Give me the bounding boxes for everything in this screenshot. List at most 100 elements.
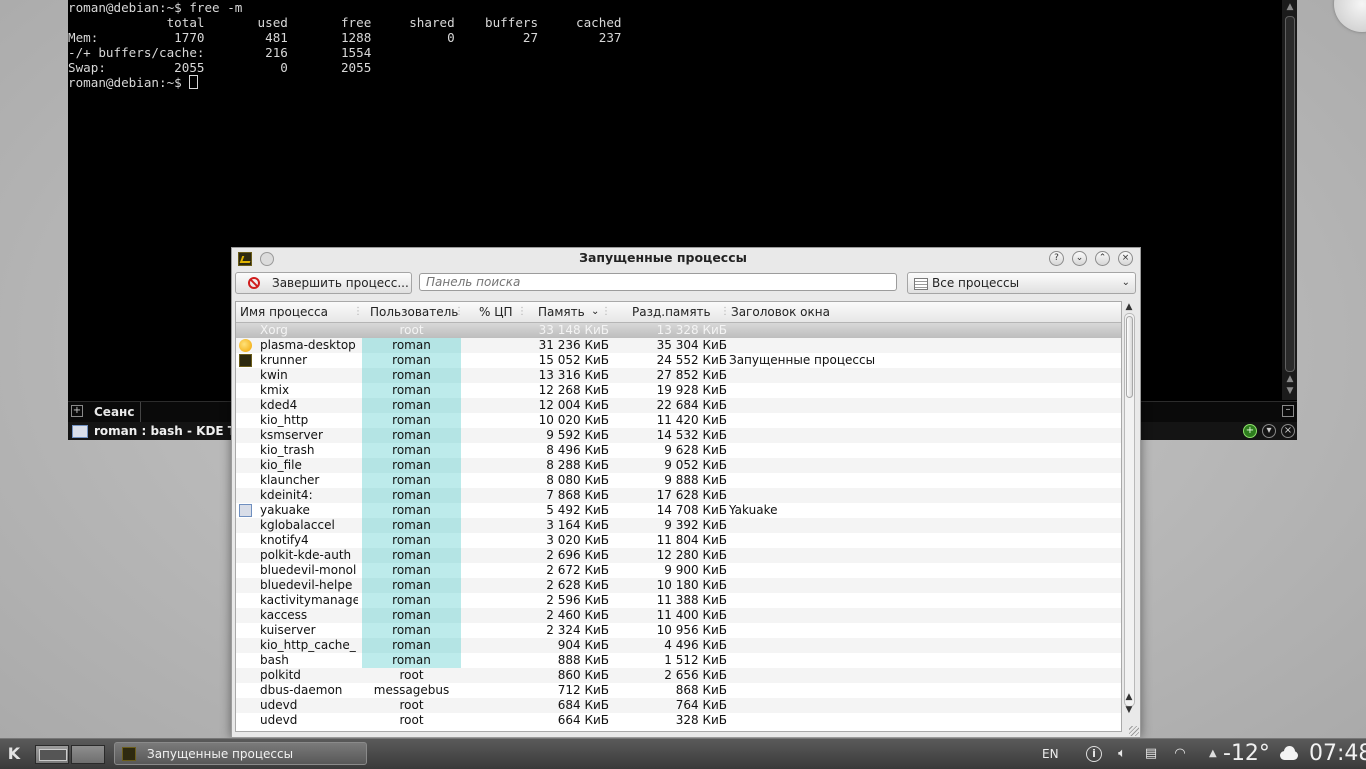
table-row[interactable]: klauncher roman 8 080 КиБ 9 888 КиБ bbox=[236, 473, 1121, 488]
table-row[interactable]: dbus-daemon messagebus 712 КиБ 868 КиБ bbox=[236, 683, 1121, 698]
table-row[interactable]: krunner roman 15 052 КиБ 24 552 КиБ Запущенн… bbox=[236, 353, 1121, 368]
process-filter-select[interactable]: Все процессы ⌄ bbox=[907, 272, 1136, 294]
scroll-up-icon[interactable]: ▲ bbox=[1285, 374, 1295, 384]
process-shared-memory: 22 684 КиБ bbox=[656, 398, 727, 412]
close-session-icon[interactable]: – bbox=[1282, 405, 1294, 417]
terminal-scrollbar[interactable]: ▲ ▲ ▼ bbox=[1282, 0, 1297, 400]
table-row[interactable]: kaccess roman 2 460 КиБ 11 400 КиБ bbox=[236, 608, 1121, 623]
table-row[interactable]: kmix roman 12 268 КиБ 19 928 КиБ bbox=[236, 383, 1121, 398]
resize-grip-icon[interactable] bbox=[1129, 726, 1139, 736]
scroll-down-icon[interactable]: ▼ bbox=[1285, 386, 1295, 396]
minimize-icon[interactable]: ⌄ bbox=[1072, 251, 1087, 266]
column-header-memory[interactable]: Память bbox=[538, 302, 598, 322]
process-cpu bbox=[462, 413, 524, 428]
info-icon[interactable]: i bbox=[1086, 746, 1102, 762]
table-row[interactable]: kio_trash roman 8 496 КиБ 9 628 КиБ bbox=[236, 443, 1121, 458]
table-row[interactable]: kded4 roman 12 004 КиБ 22 684 КиБ bbox=[236, 398, 1121, 413]
process-name: kaccess bbox=[260, 608, 308, 622]
table-scrollbar[interactable]: ▲ ▲ ▼ bbox=[1122, 301, 1136, 730]
table-row[interactable]: kdeinit4: roman 7 868 КиБ 17 628 КиБ bbox=[236, 488, 1121, 503]
table-row[interactable]: ksmserver roman 9 592 КиБ 14 532 КиБ bbox=[236, 428, 1121, 443]
expand-tray-icon[interactable]: ▲ bbox=[1209, 747, 1217, 761]
new-session-icon[interactable]: + bbox=[71, 405, 83, 417]
scroll-up-icon[interactable]: ▲ bbox=[1122, 691, 1136, 703]
table-row[interactable]: plasma-desktop roman 31 236 КиБ 35 304 КиБ bbox=[236, 338, 1121, 353]
desktop-toolbox-cashew[interactable] bbox=[1334, 0, 1366, 32]
table-row[interactable]: udevd root 684 КиБ 764 КиБ bbox=[236, 698, 1121, 713]
process-user: root bbox=[399, 323, 424, 337]
window-title-bar[interactable]: Запущенные процессы ? ⌄ ⌃ × bbox=[232, 248, 1140, 270]
process-shared-memory: 27 852 КиБ bbox=[656, 368, 727, 382]
process-user: roman bbox=[362, 533, 461, 548]
table-row[interactable]: Xorg root 33 148 КиБ 13 328 КиБ bbox=[236, 323, 1121, 338]
process-window-title bbox=[729, 608, 1109, 623]
scroll-up-icon[interactable]: ▲ bbox=[1285, 2, 1295, 12]
clipboard-icon[interactable]: ▤ bbox=[1143, 746, 1159, 762]
sort-descending-icon[interactable]: ⌄ bbox=[591, 302, 611, 322]
pager-desktop-2[interactable] bbox=[71, 745, 105, 764]
process-user: roman bbox=[362, 608, 461, 623]
table-row[interactable]: kactivitymanage roman 2 596 КиБ 11 388 КиБ bbox=[236, 593, 1121, 608]
column-header-title[interactable]: Заголовок окна bbox=[731, 302, 931, 322]
process-user: roman bbox=[362, 518, 461, 533]
terminal-scroll-thumb[interactable] bbox=[1285, 16, 1295, 372]
table-row[interactable]: kuiserver roman 2 324 КиБ 10 956 КиБ bbox=[236, 623, 1121, 638]
add-icon[interactable]: + bbox=[1243, 424, 1257, 438]
table-row[interactable]: kio_file roman 8 288 КиБ 9 052 КиБ bbox=[236, 458, 1121, 473]
process-name: Xorg bbox=[260, 323, 288, 337]
table-row[interactable]: knotify4 roman 3 020 КиБ 11 804 КиБ bbox=[236, 533, 1121, 548]
clock[interactable]: 07:48 bbox=[1309, 739, 1366, 769]
keyboard-layout-indicator[interactable]: EN bbox=[1042, 739, 1059, 769]
cloud-snow-icon[interactable] bbox=[1278, 745, 1300, 761]
process-shared-memory: 764 КиБ bbox=[675, 698, 727, 712]
table-row[interactable]: yakuake roman 5 492 КиБ 14 708 КиБ Yakuake bbox=[236, 503, 1121, 518]
session-tab[interactable]: Сеанс bbox=[88, 402, 142, 422]
table-row[interactable]: polkit-kde-auth roman 2 696 КиБ 12 280 КиБ bbox=[236, 548, 1121, 563]
volume-icon[interactable]: 🔈︎ bbox=[1114, 746, 1130, 762]
process-shared-memory: 12 280 КиБ bbox=[656, 548, 727, 562]
column-header-cpu[interactable]: % ЦП bbox=[479, 302, 527, 322]
table-row[interactable]: kwin roman 13 316 КиБ 27 852 КиБ bbox=[236, 368, 1121, 383]
process-name: kuiserver bbox=[260, 623, 316, 637]
process-memory: 2 460 КиБ bbox=[546, 608, 609, 622]
kill-process-button[interactable]: Завершить процесс... bbox=[235, 272, 412, 294]
table-row[interactable]: bluedevil-monol roman 2 672 КиБ 9 900 КиБ bbox=[236, 563, 1121, 578]
process-memory: 7 868 КиБ bbox=[546, 488, 609, 502]
wifi-icon[interactable]: ◠ bbox=[1172, 746, 1188, 762]
maximize-icon[interactable]: ⌃ bbox=[1095, 251, 1110, 266]
search-input[interactable] bbox=[419, 273, 897, 291]
table-row[interactable]: bluedevil-helpe roman 2 628 КиБ 10 180 КиБ bbox=[236, 578, 1121, 593]
column-header-name[interactable]: Имя процесса bbox=[240, 302, 363, 322]
process-user: roman bbox=[362, 473, 461, 488]
process-shared-memory: 868 КиБ bbox=[675, 683, 727, 697]
scroll-track[interactable] bbox=[1124, 313, 1135, 707]
table-row[interactable]: kio_http_cache_ roman 904 КиБ 4 496 КиБ bbox=[236, 638, 1121, 653]
close-icon[interactable]: × bbox=[1281, 424, 1295, 438]
help-icon[interactable]: ? bbox=[1049, 251, 1064, 266]
process-shared-memory: 10 180 КиБ bbox=[656, 578, 727, 592]
table-row[interactable]: kglobalaccel roman 3 164 КиБ 9 392 КиБ bbox=[236, 518, 1121, 533]
scroll-thumb[interactable] bbox=[1126, 316, 1133, 398]
process-name: kglobalaccel bbox=[260, 518, 335, 532]
process-memory: 9 592 КиБ bbox=[546, 428, 609, 442]
column-header-shared[interactable]: Разд.память bbox=[632, 302, 730, 322]
table-row[interactable]: bash roman 888 КиБ 1 512 КиБ bbox=[236, 653, 1121, 668]
scroll-down-icon[interactable]: ▼ bbox=[1122, 704, 1136, 716]
process-cpu bbox=[462, 653, 524, 668]
task-item-processes[interactable]: Запущенные процессы bbox=[114, 742, 367, 765]
pager-desktop-1[interactable] bbox=[35, 745, 69, 764]
menu-icon[interactable]: ▾ bbox=[1262, 424, 1276, 438]
close-icon[interactable]: × bbox=[1118, 251, 1133, 266]
process-cpu bbox=[462, 368, 524, 383]
process-window-title bbox=[729, 638, 1109, 653]
table-row[interactable]: polkitd root 860 КиБ 2 656 КиБ bbox=[236, 668, 1121, 683]
terminal-app-icon bbox=[72, 425, 88, 438]
table-row[interactable]: udevd root 664 КиБ 328 КиБ bbox=[236, 713, 1121, 728]
column-header-user[interactable]: Пользователь bbox=[370, 302, 464, 322]
process-cpu bbox=[462, 563, 524, 578]
scroll-up-icon[interactable]: ▲ bbox=[1122, 301, 1136, 313]
weather-temperature[interactable]: -12° bbox=[1223, 739, 1270, 769]
kde-menu-button[interactable]: K bbox=[4, 744, 24, 764]
table-row[interactable]: kio_http roman 10 020 КиБ 11 420 КиБ bbox=[236, 413, 1121, 428]
process-name: kdeinit4: bbox=[260, 488, 313, 502]
